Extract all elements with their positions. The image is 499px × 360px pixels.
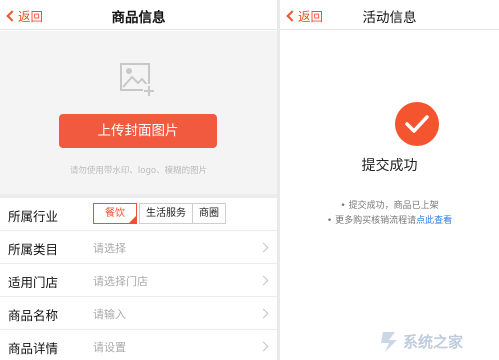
store-row[interactable]: 适用门店 请选择门店	[0, 264, 277, 297]
chevron-right-icon	[258, 242, 269, 253]
chip-business-district[interactable]: 商圈	[193, 203, 226, 224]
chip-life-services[interactable]: 生活服务	[139, 203, 193, 224]
upload-tip: 请勿使用带水印、logo、模糊的图片	[69, 166, 208, 176]
chip-catering[interactable]: 餐饮	[93, 203, 137, 224]
industry-row: 所属行业 餐饮 生活服务 商圈	[0, 198, 277, 231]
row-label: 所属类目	[8, 242, 59, 257]
page-title: 活动信息	[362, 10, 417, 26]
chevron-right-icon	[258, 341, 269, 352]
row-value: 请选择门店	[93, 275, 148, 288]
industry-chip-group: 餐饮 生活服务 商圈	[93, 203, 226, 224]
page-title: 商品信息	[111, 10, 166, 26]
row-label: 适用门店	[8, 275, 59, 290]
row-value: 请设置	[93, 341, 126, 354]
chevron-right-icon	[258, 308, 269, 319]
view-process-link[interactable]: 点此查看	[416, 216, 452, 226]
category-row[interactable]: 所属类目 请选择	[0, 231, 277, 264]
product-detail-row[interactable]: 商品详情 请设置	[0, 330, 277, 360]
checkmark-circle-icon	[395, 102, 439, 146]
product-name-row[interactable]: 商品名称 请输入	[0, 297, 277, 330]
svg-text:系统之家: 系统之家	[403, 333, 463, 351]
nav-bar: 返回 商品信息	[0, 0, 277, 30]
selected-corner-icon	[129, 216, 136, 223]
chevron-right-icon	[258, 275, 269, 286]
activity-info-screen: 返回 活动信息 提交成功 • 提交成功，商品已上架 • 更多购买核销流程请点此查…	[280, 0, 499, 360]
image-add-icon	[120, 63, 155, 96]
product-info-screen: 返回 商品信息 上传封面图片 请勿使用带水印、logo、模糊的图片 所属行业 餐…	[0, 0, 277, 360]
row-value: 请选择	[93, 242, 126, 255]
info-line-process: • 更多购买核销流程请点此查看	[326, 216, 453, 226]
row-label: 商品名称	[8, 308, 59, 323]
upload-cover-button[interactable]: 上传封面图片	[59, 114, 217, 148]
product-name-input[interactable]: 请输入	[93, 306, 126, 322]
row-label: 商品详情	[8, 341, 59, 356]
cover-upload-area: 上传封面图片 请勿使用带水印、logo、模糊的图片	[0, 31, 277, 194]
submit-success-text: 提交成功	[361, 158, 418, 174]
info-line-listed: • 提交成功，商品已上架	[340, 201, 439, 211]
watermark-logo: 系统之家	[381, 332, 463, 352]
nav-bar: 返回 活动信息	[280, 0, 499, 30]
industry-label: 所属行业	[8, 209, 59, 224]
